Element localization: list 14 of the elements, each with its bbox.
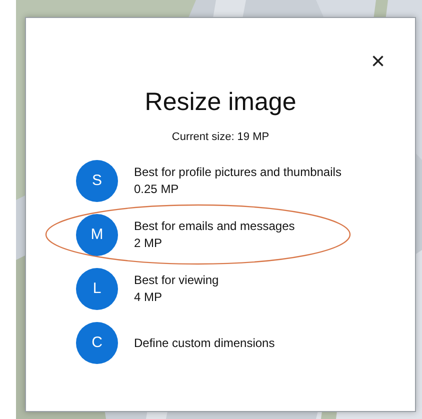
size-option-button[interactable]: S: [76, 160, 118, 202]
option-size: 4 MP: [134, 289, 164, 306]
option-label: Define custom dimensions: [134, 334, 275, 352]
current-size-text: Current size: 19 MP: [172, 130, 270, 144]
size-option-button[interactable]: M: [76, 214, 118, 256]
dialog-title: Resize image: [144, 87, 296, 118]
option-size: 0.25 MP: [134, 181, 180, 198]
option-label: Best for profile pictures and thumbnails: [134, 164, 342, 181]
size-option-button[interactable]: L: [76, 268, 118, 310]
close-button[interactable]: ×: [370, 50, 385, 74]
option-size: 2 MP: [134, 235, 164, 252]
size-option-button[interactable]: C: [76, 322, 118, 364]
option-label: Best for emails and messages: [134, 218, 295, 235]
option-label: Best for viewing: [134, 272, 219, 289]
